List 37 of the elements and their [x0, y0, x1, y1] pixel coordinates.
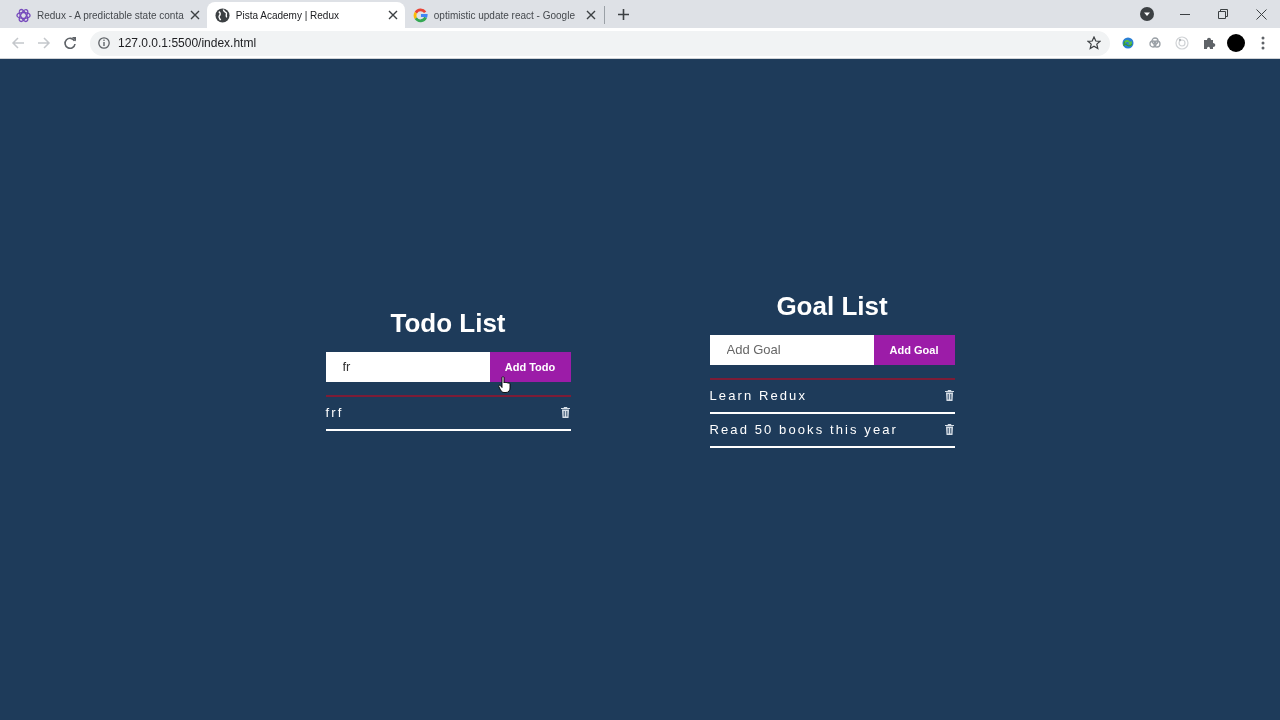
orbit-icon: [16, 7, 31, 23]
close-icon: [1255, 8, 1267, 20]
close-icon[interactable]: [387, 10, 398, 20]
section-title: Todo List: [389, 306, 507, 340]
info-icon[interactable]: [98, 37, 110, 49]
reload-icon[interactable]: [63, 36, 77, 50]
add-button[interactable]: Add Todo: [489, 351, 571, 382]
puzzle-icon[interactable]: [1202, 36, 1216, 50]
plus-icon[interactable]: [617, 9, 629, 20]
colored-ring-icon: [412, 7, 428, 23]
globe-icon: [214, 7, 230, 23]
add-button[interactable]: Add Goal: [873, 334, 955, 365]
close-icon[interactable]: [585, 10, 596, 20]
section-title: Goal List: [775, 289, 889, 323]
text-input-field[interactable]: Add Goal: [709, 334, 874, 365]
list-item-text: frf: [325, 405, 344, 420]
url-text: 127.0.0.1:5500/index.html: [118, 36, 257, 50]
trash-icon[interactable]: [560, 407, 570, 418]
trash-icon[interactable]: [944, 390, 954, 401]
close-icon[interactable]: [189, 10, 200, 20]
browser-tab[interactable]: Pista Academy | Redux: [206, 2, 405, 28]
globe-arrows-icon[interactable]: [1121, 36, 1135, 50]
trash-icon[interactable]: [944, 424, 954, 435]
menu-icon[interactable]: [1261, 36, 1265, 50]
list-item-text: Read 50 books this year: [709, 422, 898, 437]
address-bar[interactable]: 127.0.0.1:5500/index.html: [90, 30, 1110, 56]
text-input-field[interactable]: fr: [325, 351, 490, 382]
restore-icon: [1218, 9, 1228, 19]
star-icon[interactable]: [1087, 36, 1101, 50]
browser-tab[interactable]: Redux - A predictable state conta: [8, 2, 207, 28]
caret-circle-icon[interactable]: [1140, 7, 1154, 21]
hand-cursor-icon: [498, 376, 511, 393]
minimize-icon: [1180, 13, 1190, 15]
rings-icon[interactable]: [1148, 36, 1162, 50]
browser-tab[interactable]: optimistic update react - Google: [404, 2, 603, 28]
avatar-icon[interactable]: [1227, 34, 1245, 52]
list-item-text: Learn Redux: [709, 388, 808, 403]
